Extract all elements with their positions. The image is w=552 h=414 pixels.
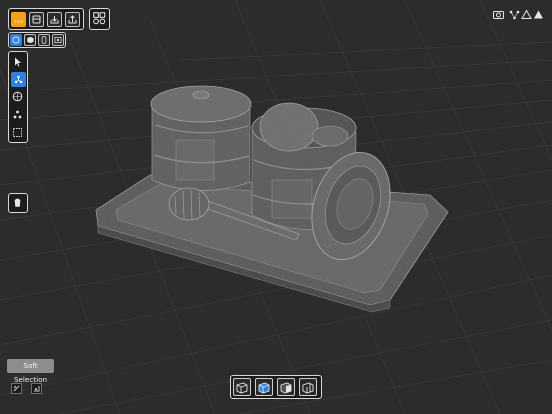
shaded-mode-button[interactable] bbox=[277, 378, 295, 396]
view-mode-group bbox=[8, 32, 66, 48]
box-view-button[interactable] bbox=[52, 34, 64, 46]
shaded-box-icon bbox=[280, 382, 292, 394]
sphere-view-button[interactable] bbox=[10, 34, 22, 46]
camera-button[interactable] bbox=[492, 8, 507, 23]
soft-radius-button[interactable] bbox=[31, 383, 42, 394]
sphere-select-icon bbox=[12, 91, 23, 102]
wireframe-box-icon bbox=[236, 382, 248, 394]
wireframe-mode-button[interactable] bbox=[233, 378, 251, 396]
soft-radius-icon bbox=[34, 386, 40, 392]
3d-viewport[interactable] bbox=[0, 0, 552, 414]
split-mode-button[interactable] bbox=[299, 378, 317, 396]
jar-left bbox=[150, 85, 252, 191]
vertex-tool-button[interactable] bbox=[11, 72, 26, 87]
objects-button[interactable] bbox=[92, 11, 108, 27]
box-view-icon bbox=[54, 36, 62, 44]
vertex-tool-icon bbox=[14, 75, 23, 84]
export-icon bbox=[68, 14, 77, 23]
cube-view-icon bbox=[27, 36, 34, 44]
cube-view-button[interactable] bbox=[24, 34, 36, 46]
layers-button[interactable] bbox=[29, 11, 44, 27]
cylinder-view-icon bbox=[41, 36, 47, 44]
export-button[interactable] bbox=[65, 11, 80, 27]
display-mode-group bbox=[230, 375, 322, 399]
sphere-view-icon bbox=[12, 36, 20, 44]
box-select-button[interactable] bbox=[11, 126, 26, 141]
menu-icon bbox=[15, 20, 23, 22]
sphere-select-button[interactable] bbox=[11, 90, 26, 105]
layers-icon bbox=[32, 15, 41, 23]
delete-group bbox=[8, 193, 28, 213]
select-tool-button[interactable] bbox=[11, 55, 26, 70]
select-arrow-icon bbox=[15, 57, 21, 67]
soft-selection-button[interactable]: Soft Selection bbox=[7, 359, 54, 384]
import-icon bbox=[50, 15, 59, 23]
solid-mode-button[interactable] bbox=[255, 378, 273, 396]
camera-icon bbox=[493, 11, 504, 19]
objects-group bbox=[89, 8, 110, 30]
box-select-icon bbox=[13, 128, 22, 137]
import-button[interactable] bbox=[47, 11, 62, 27]
tool-palette bbox=[8, 51, 28, 143]
expand-button[interactable] bbox=[532, 8, 547, 23]
split-box-icon bbox=[302, 382, 314, 394]
joint-tool-button[interactable] bbox=[11, 108, 26, 123]
soft-falloff-button[interactable] bbox=[11, 383, 22, 394]
objects-icon bbox=[92, 12, 105, 25]
top-toolbar bbox=[8, 8, 84, 30]
menu-button[interactable] bbox=[11, 11, 26, 27]
cylinder-view-button[interactable] bbox=[38, 34, 50, 46]
joint-tool-icon bbox=[13, 110, 22, 119]
delete-button[interactable] bbox=[11, 196, 26, 211]
solid-box-icon bbox=[258, 382, 270, 394]
soft-falloff-icon bbox=[13, 385, 20, 392]
trash-icon bbox=[14, 198, 21, 207]
expand-icon bbox=[534, 10, 543, 19]
top-right-toolbar bbox=[492, 8, 546, 22]
